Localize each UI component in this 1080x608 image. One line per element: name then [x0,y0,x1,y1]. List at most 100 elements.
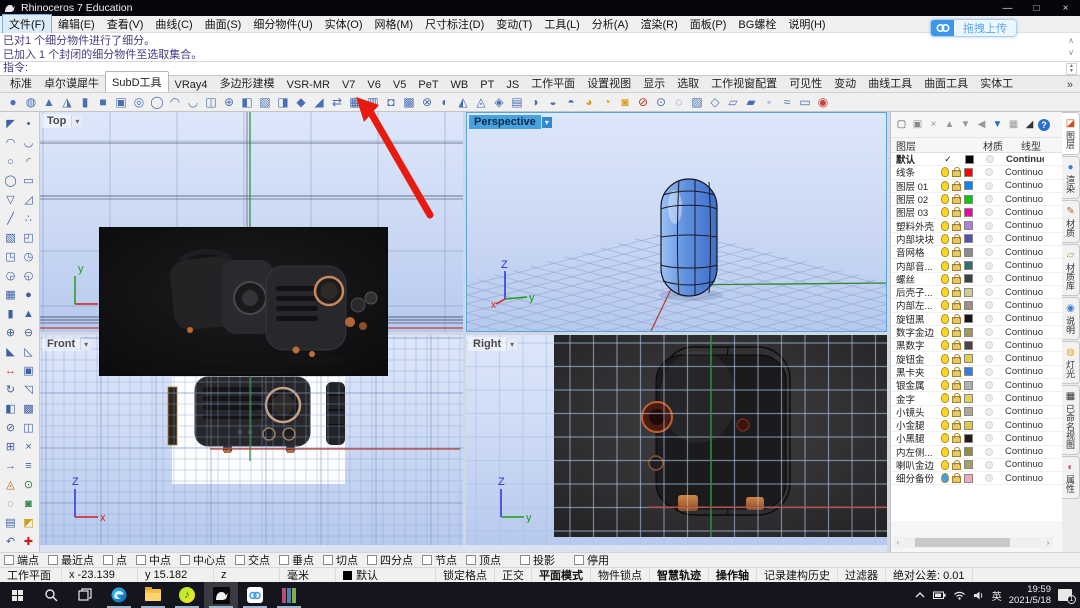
panel-tab[interactable]: ● 渲染 [1062,156,1080,199]
menu-item[interactable]: 文件(F) [2,14,53,34]
wifi-icon[interactable] [953,590,966,600]
layer-color-swatch[interactable] [964,314,973,324]
layer-row[interactable]: 旋钮黑 Continuous [891,313,1062,326]
delete-layer-icon[interactable]: × [926,117,941,132]
subd-fillet-edge-icon[interactable]: ◆ [292,94,310,111]
subd-torus-icon[interactable]: ◎ [130,94,148,111]
layer-visibility-bulb-icon[interactable] [941,313,949,324]
line-icon[interactable]: ╱ [2,209,20,228]
viewport-right-label[interactable]: Right ▾ [468,337,518,351]
shaded-view-icon[interactable]: ◕ [580,94,598,111]
layer-visibility-bulb-icon[interactable] [941,207,949,218]
layer-lock-icon[interactable] [952,233,961,244]
osnap-toggle[interactable]: 最近点 [48,552,94,568]
cone-icon[interactable]: ▲ [20,304,38,323]
toolbar-tab[interactable]: PT [474,77,500,92]
layer-row[interactable]: 图层 01 Continuous [891,180,1062,193]
boolean-difference-icon[interactable]: ⊖ [20,323,38,342]
column-layer[interactable]: 图层 [891,138,983,153]
layer-color-swatch[interactable] [964,247,973,257]
layer-visibility-bulb-icon[interactable] [941,420,949,431]
subd-from-curves-icon[interactable]: ◠ [166,94,184,111]
layer-lock-icon[interactable] [952,220,961,231]
layer-color-swatch[interactable] [964,221,973,231]
osnap-toggle[interactable]: 四分点 [367,552,413,568]
status-cell[interactable]: 正交 [495,568,532,582]
layer-lock-icon[interactable] [952,327,961,337]
surface-corner-points-icon[interactable]: ◰ [20,228,38,247]
layer-color-swatch[interactable] [964,167,973,177]
box-icon[interactable]: ▦ [2,285,20,304]
layer-color-swatch[interactable] [964,354,973,364]
trim-icon[interactable]: ⊘ [2,418,20,437]
material-ball-icon[interactable] [985,434,993,443]
explode-icon[interactable]: × [20,437,38,456]
subd-capsule-object[interactable] [660,178,718,297]
checkbox[interactable] [574,555,584,565]
material-ball-icon[interactable] [985,328,993,336]
layer-lock-icon[interactable] [952,340,961,351]
polygon-icon[interactable]: ▽ [2,190,20,209]
mirror-icon[interactable]: ◧ [2,399,20,418]
menu-item[interactable]: 曲面(S) [199,15,248,33]
boolean-union-icon[interactable]: ⊕ [2,323,20,342]
start-button[interactable] [0,582,34,608]
layer-color-swatch[interactable] [964,393,973,403]
layer-color-swatch[interactable] [964,181,973,191]
layer-lock-icon[interactable] [952,167,961,178]
undo-icon[interactable]: ↶ [2,532,20,551]
material-ball-icon[interactable] [985,381,993,390]
floating-render-image[interactable] [100,228,387,375]
subd-insert-edge-icon[interactable]: ▥ [364,94,382,111]
status-cell[interactable]: 默认 [336,568,436,582]
subd-symmetry-icon[interactable]: ◭ [454,94,472,111]
layer-lock-icon[interactable] [952,313,961,324]
close-button[interactable]: × [1051,0,1080,16]
status-cell[interactable]: x -23.139 [62,568,138,582]
layer-row[interactable]: 喇叭金边 Continuous [891,459,1062,473]
layer-lock-icon[interactable] [952,473,961,484]
layer-color-swatch[interactable] [964,447,973,457]
layer-row[interactable]: 后壳子... Continuous [891,286,1062,300]
toolbar-tab[interactable]: 选取 [671,73,705,92]
gumball-icon[interactable]: ✚ [20,532,38,551]
layer-lock-icon[interactable] [952,287,961,298]
layer-visibility-bulb-icon[interactable] [941,167,949,178]
select-icon[interactable]: ◤ [2,114,20,133]
material-ball-icon[interactable] [985,341,993,350]
viewport-menu-chevron-icon[interactable]: ▾ [71,115,83,127]
material-ball-icon[interactable] [985,394,993,403]
search-icon[interactable] [34,582,68,608]
subd-sweep-icon[interactable]: ◡ [184,94,202,111]
layer-visibility-bulb-icon[interactable] [941,366,949,377]
rotate-icon[interactable]: ↻ [2,380,20,399]
quad-remesh-icon[interactable]: ▤ [508,94,526,111]
polyline-icon[interactable]: ◿ [20,190,38,209]
status-cell[interactable]: 物件锁点 [591,568,650,582]
layer-lock-icon[interactable] [952,180,961,191]
minimize-button[interactable]: — [993,0,1022,16]
move-layer-down-icon[interactable]: ▼ [958,117,973,132]
new-layer-icon[interactable]: ▢ [894,117,909,132]
status-cell[interactable]: 记录建构历史 [757,568,838,582]
toolbar-tab[interactable]: V5 [387,77,412,92]
column-linetype[interactable]: 线型 [1021,138,1062,153]
named-selections-icon[interactable]: ▨ [688,94,706,111]
viewport-right[interactable]: Right ▾ Z y [466,335,887,545]
panel-tab[interactable]: ▱ 材质库 [1062,244,1080,296]
layer-lock-icon[interactable] [952,446,961,457]
split-icon[interactable]: ◫ [20,418,38,437]
copy-icon[interactable]: ▣ [20,361,38,380]
layer-color-swatch[interactable] [964,407,973,417]
material-ball-icon[interactable] [985,195,993,204]
layer-color-swatch[interactable] [964,261,973,271]
layer-lock-icon[interactable] [952,247,961,258]
scrollbar-thumb[interactable] [915,538,1010,547]
osnap-toggle[interactable]: 端点 [4,552,39,568]
material-ball-icon[interactable] [986,155,994,164]
layer-row[interactable]: 银金属 Continuous [891,379,1062,393]
subd-to-nurbs-icon[interactable]: ◒ [544,94,562,111]
toolbar-tab[interactable]: 实体工 [974,73,1019,92]
subd-ellipsoid-icon[interactable]: ◍ [22,94,40,111]
menu-item[interactable]: 实体(O) [319,15,369,33]
